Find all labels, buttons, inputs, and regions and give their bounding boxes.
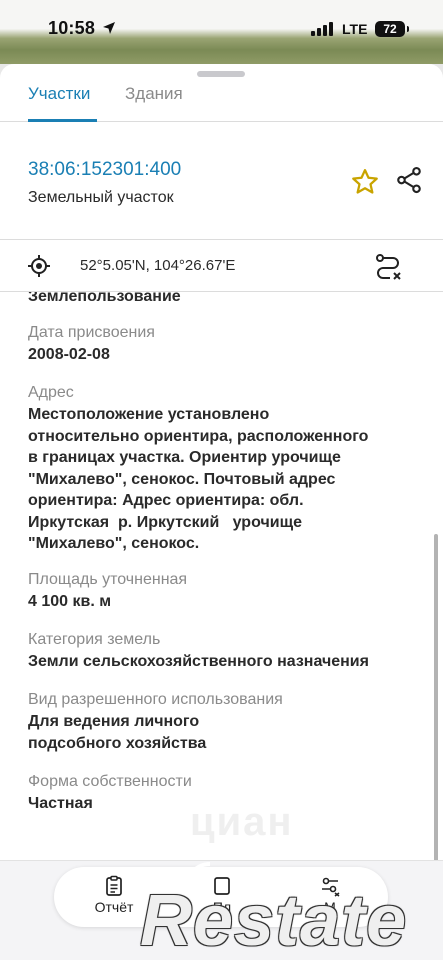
date-field: Дата присвоения 2008-02-08 [28, 322, 423, 366]
address-line: Местоположение установлено [28, 406, 270, 423]
target-icon[interactable] [27, 254, 51, 278]
category-value: Земли сельскохозяйственного назначения [28, 653, 369, 670]
permitted-use-line: Для ведения личного [28, 713, 200, 730]
battery-indicator: 72 [375, 21, 409, 37]
status-time: 10:58 [48, 18, 96, 38]
tab-buildings[interactable]: Здания [125, 84, 183, 104]
address-label: Адрес [28, 384, 74, 401]
cadastral-number[interactable]: 38:06:152301:400 [28, 159, 181, 181]
restate-watermark: Restate [140, 881, 408, 960]
address-line: ориентира: Адрес ориентира: обл. [28, 492, 304, 509]
cian-watermark: циан [190, 800, 294, 844]
tab-bar: Участки Здания [0, 80, 443, 122]
area-label: Площадь уточненная [28, 571, 188, 588]
address-line: относительно ориентира, расположенного [28, 427, 369, 445]
network-type: LTE [342, 21, 368, 37]
permitted-use-field: Вид разрешенного использования Для веден… [28, 689, 423, 754]
date-label: Дата присвоения [28, 324, 155, 341]
address-line: "Михалево", сенокос. Почтовый адрес [28, 470, 336, 488]
area-field: Площадь уточненная 4 100 кв. м [28, 569, 423, 613]
star-icon[interactable] [350, 167, 380, 197]
tab-parcels[interactable]: Участки [28, 84, 90, 104]
coordinates-text[interactable]: 52°5.05'N, 104°26.67'E [80, 257, 235, 274]
share-icon[interactable] [394, 165, 424, 195]
tab-indicator [28, 119, 97, 122]
report-button[interactable]: Отчёт [84, 875, 144, 915]
coordinates-row: 52°5.05'N, 104°26.67'E [0, 240, 443, 292]
signal-icon [311, 22, 333, 36]
report-label: Отчёт [94, 899, 134, 915]
address-line: Иркутская р. Иркутский урочище [28, 513, 302, 531]
parcel-header: 38:06:152301:400 Земельный участок [0, 123, 443, 240]
scrollbar[interactable] [434, 534, 438, 874]
status-bar: 10:58 LTE 72 [0, 0, 443, 64]
sheet-grabber[interactable] [197, 71, 245, 77]
route-icon[interactable] [372, 251, 404, 283]
area-value: 4 100 кв. м [28, 593, 112, 610]
address-line: "Михалево", сенокос. [28, 535, 200, 552]
permitted-use-label: Вид разрешенного использования [28, 691, 283, 708]
category-field: Категория земель Земли сельскохозяйствен… [28, 629, 423, 673]
parcel-type: Земельный участок [28, 189, 174, 206]
location-arrow-icon [103, 22, 115, 34]
address-field: Адрес Местоположение установлено относит… [28, 382, 423, 555]
category-label: Категория земель [28, 631, 161, 648]
permitted-use-line: подсобного хозяйства [28, 734, 207, 752]
report-icon [106, 875, 122, 896]
ownership-label: Форма собственности [28, 773, 192, 790]
address-line: в границах участка. Ориентир урочище [28, 449, 341, 466]
parcel-details: Землепользование Дата присвоения 2008-02… [0, 286, 443, 866]
date-value: 2008-02-08 [28, 346, 110, 363]
